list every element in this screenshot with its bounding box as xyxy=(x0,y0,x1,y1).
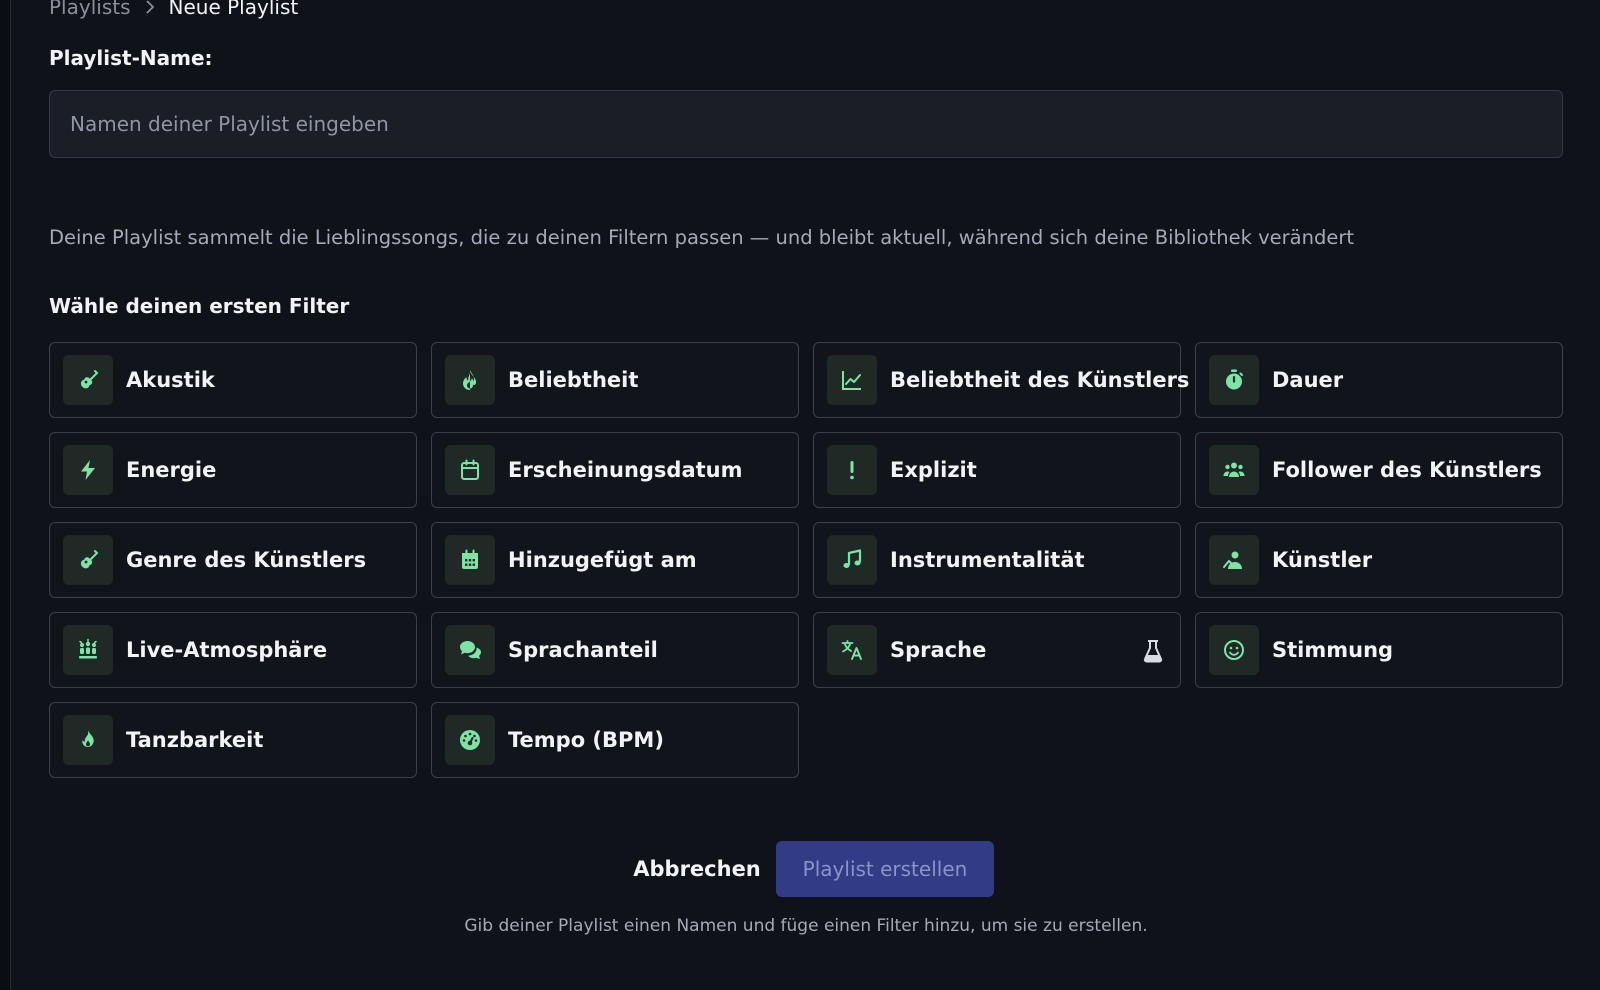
smile-icon xyxy=(1209,625,1259,675)
filter-option-energie[interactable]: Energie xyxy=(49,432,417,508)
filter-option-künstler[interactable]: Künstler xyxy=(1195,522,1563,598)
filter-label: Follower des Künstlers xyxy=(1272,458,1542,482)
filter-label: Akustik xyxy=(126,368,215,392)
crowd-icon xyxy=(63,625,113,675)
flask-icon xyxy=(1142,639,1164,663)
playlist-name-input[interactable] xyxy=(49,90,1563,158)
filter-option-hinzugefügt-am[interactable]: Hinzugefügt am xyxy=(431,522,799,598)
filter-option-sprachanteil[interactable]: Sprachanteil xyxy=(431,612,799,688)
filter-label: Energie xyxy=(126,458,217,482)
filter-option-stimmung[interactable]: Stimmung xyxy=(1195,612,1563,688)
sidebar-edge xyxy=(0,0,11,990)
language-icon xyxy=(827,625,877,675)
gauge-icon xyxy=(445,715,495,765)
filter-label: Genre des Künstlers xyxy=(126,548,367,572)
filter-option-dauer[interactable]: Dauer xyxy=(1195,342,1563,418)
filter-label: Sprache xyxy=(890,638,987,662)
filter-label: Tanzbarkeit xyxy=(126,728,264,752)
filter-label: Stimmung xyxy=(1272,638,1394,662)
playlist-description: Deine Playlist sammelt die Lieblingssong… xyxy=(49,226,1355,249)
filter-option-live-atmosphäre[interactable]: Live-Atmosphäre xyxy=(49,612,417,688)
filter-option-explizit[interactable]: Explizit xyxy=(813,432,1181,508)
app-window: Playlists Neue Playlist Playlist-Name: D… xyxy=(0,0,1600,990)
guitar-icon xyxy=(63,355,113,405)
filter-label: Dauer xyxy=(1272,368,1344,392)
filter-option-sprache[interactable]: Sprache xyxy=(813,612,1181,688)
bolt-icon xyxy=(63,445,113,495)
filter-grid: Akustik Beliebtheit Beliebtheit des Künstl… xyxy=(49,342,1563,778)
filter-option-beliebtheit-des-künstlers[interactable]: Beliebtheit des Künstlers xyxy=(813,342,1189,418)
breadcrumb: Playlists Neue Playlist xyxy=(49,0,298,20)
filter-option-instrumentalität[interactable]: Instrumentalität xyxy=(813,522,1181,598)
filter-label: Explizit xyxy=(890,458,977,482)
cancel-button[interactable]: Abbrechen xyxy=(633,841,761,897)
filter-label: Erscheinungsdatum xyxy=(508,458,743,482)
filter-option-tanzbarkeit[interactable]: Tanzbarkeit xyxy=(49,702,417,778)
filter-label: Live-Atmosphäre xyxy=(126,638,328,662)
filter-option-erscheinungsdatum[interactable]: Erscheinungsdatum xyxy=(431,432,799,508)
stopwatch-icon xyxy=(1209,355,1259,405)
filter-label: Sprachanteil xyxy=(508,638,658,662)
filter-label: Instrumentalität xyxy=(890,548,1085,572)
playlist-name-label: Playlist-Name: xyxy=(49,46,213,70)
breadcrumb-current: Neue Playlist xyxy=(168,0,299,19)
filter-option-follower-des-künstlers[interactable]: Follower des Künstlers xyxy=(1195,432,1563,508)
filter-label: Beliebtheit des Künstlers xyxy=(890,368,1190,392)
filter-label: Tempo (BPM) xyxy=(508,728,664,752)
exclamation-icon xyxy=(827,445,877,495)
person-chalkboard-icon xyxy=(1209,535,1259,585)
flame-icon xyxy=(445,355,495,405)
users-icon xyxy=(1209,445,1259,495)
breadcrumb-playlists-link[interactable]: Playlists xyxy=(49,0,131,19)
music-note-icon xyxy=(827,535,877,585)
filters-section-title: Wähle deinen ersten Filter xyxy=(49,294,350,318)
comments-icon xyxy=(445,625,495,675)
fire-icon xyxy=(63,715,113,765)
filter-label: Beliebtheit xyxy=(508,368,639,392)
guitar-icon xyxy=(63,535,113,585)
calendar-days-icon xyxy=(445,535,495,585)
chart-line-icon xyxy=(827,355,877,405)
filter-label: Hinzugefügt am xyxy=(508,548,697,572)
create-hint: Gib deiner Playlist einen Namen und füge… xyxy=(464,916,1148,936)
form-actions: Abbrechen Playlist erstellen xyxy=(49,841,1563,897)
filter-option-akustik[interactable]: Akustik xyxy=(49,342,417,418)
filter-option-tempo-bpm[interactable]: Tempo (BPM) xyxy=(431,702,799,778)
chevron-right-icon xyxy=(145,0,155,14)
filter-option-genre-des-künstlers[interactable]: Genre des Künstlers xyxy=(49,522,417,598)
calendar-icon xyxy=(445,445,495,495)
filter-label: Künstler xyxy=(1272,548,1373,572)
create-playlist-button[interactable]: Playlist erstellen xyxy=(776,841,994,897)
filter-option-beliebtheit[interactable]: Beliebtheit xyxy=(431,342,799,418)
